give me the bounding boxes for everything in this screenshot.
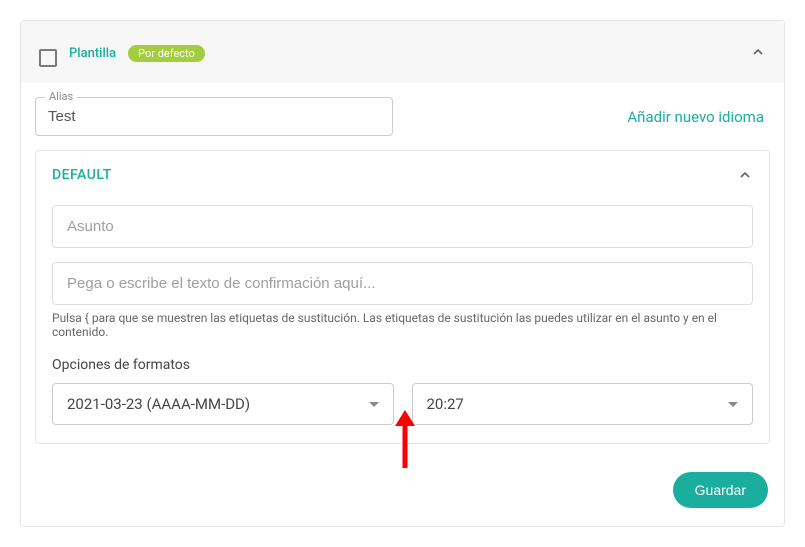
alias-input[interactable]	[35, 97, 393, 136]
template-checkbox[interactable]	[39, 49, 57, 67]
default-badge: Por defecto	[128, 45, 205, 62]
language-title: DEFAULT	[52, 167, 112, 183]
add-language-link[interactable]: Añadir nuevo idioma	[627, 108, 770, 126]
format-options-label: Opciones de formatos	[52, 357, 753, 373]
card-body: Alias Añadir nuevo idioma DEFAULT Pulsa …	[21, 83, 784, 526]
collapse-icon[interactable]	[750, 44, 766, 60]
time-format-value: 20:27	[427, 395, 464, 413]
inner-header: DEFAULT	[52, 167, 753, 183]
language-card: DEFAULT Pulsa { para que se muestren las…	[35, 150, 770, 444]
time-format-select[interactable]: 20:27	[412, 383, 754, 425]
save-button[interactable]: Guardar	[673, 472, 768, 508]
substitution-hint: Pulsa { para que se muestren las etiquet…	[52, 311, 753, 339]
chevron-down-icon	[728, 402, 738, 407]
template-card: Plantilla Por defecto Alias Añadir nuevo…	[20, 20, 785, 527]
alias-fieldset: Alias	[35, 97, 393, 136]
header-text-group: Plantilla Por defecto	[69, 42, 205, 62]
footer: Guardar	[35, 472, 770, 508]
subject-input[interactable]	[52, 205, 753, 248]
date-format-value: 2021-03-23 (AAAA-MM-DD)	[67, 395, 250, 413]
date-format-select[interactable]: 2021-03-23 (AAAA-MM-DD)	[52, 383, 394, 425]
chevron-down-icon	[369, 402, 379, 407]
collapse-language-icon[interactable]	[737, 167, 753, 183]
alias-label: Alias	[45, 90, 77, 103]
header-title: Plantilla	[69, 46, 116, 61]
card-header: Plantilla Por defecto	[21, 21, 784, 83]
confirmation-text-input[interactable]	[52, 262, 753, 305]
format-row: 2021-03-23 (AAAA-MM-DD) 20:27	[52, 383, 753, 425]
alias-row: Alias Añadir nuevo idioma	[35, 97, 770, 136]
